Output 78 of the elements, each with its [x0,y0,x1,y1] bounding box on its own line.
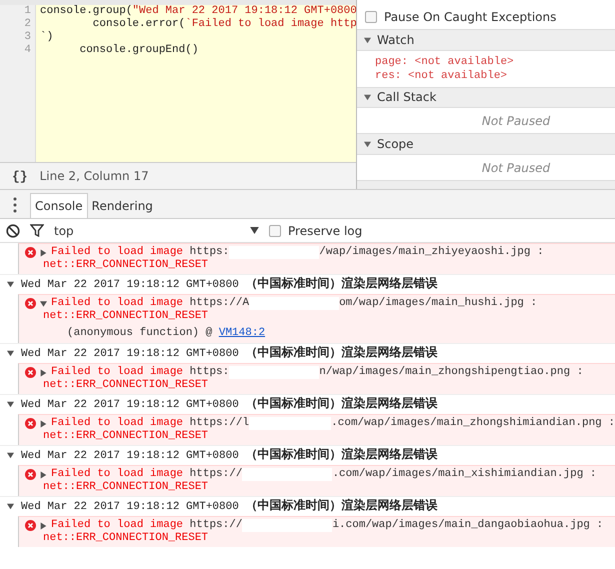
group-title[interactable]: Wed Mar 22 2017 19:18:12 GMT+0800 （中国标准时间）渲染层网络层错误 [21,345,438,362]
url-text[interactable]: https: [190,246,230,259]
pretty-print-button[interactable]: {} [12,168,28,184]
caret-icon[interactable] [250,227,259,234]
url-text[interactable]: https://l [190,417,250,430]
expand-arrow-icon[interactable] [40,522,47,530]
clear-console-icon[interactable] [6,224,20,238]
collapse-arrow-icon[interactable] [6,350,15,357]
source-link[interactable]: VM148:2 [218,327,266,339]
tab[interactable]: Rendering [88,194,157,218]
code-line: console.error(`Failed to load image http [92,18,356,31]
error-detail: net::ERR_CONNECTION_RESET [42,379,210,392]
error-icon [25,418,36,429]
checkbox-label: Preserve log [288,224,362,238]
expand-arrow-icon[interactable] [40,248,47,256]
error-text: Failed to load image [51,246,184,259]
code-line: console.groupEnd() [78,44,198,57]
url-text[interactable]: https:// [190,519,242,532]
line-number: 2 [23,18,32,31]
collapse-arrow-icon[interactable] [6,281,15,288]
line-number: 1 [23,5,32,18]
stack-frame: (anonymous function) @ [67,327,219,339]
error-icon [25,520,36,531]
expand-arrow-icon[interactable] [363,140,372,148]
watch-expression: page: <not available> [375,54,515,69]
error-icon [25,298,36,309]
expand-arrow-icon[interactable] [363,36,372,44]
checkbox-label: Pause On Caught Exceptions [384,10,556,24]
url-text[interactable]: https:// [190,468,242,481]
url-text[interactable]: om/wap/images/main_hushi.jpg : [339,297,538,310]
collapse-arrow-icon[interactable] [6,503,15,510]
url-text[interactable]: .com/wap/images/main_zhongshimiandian.png : [331,417,615,430]
status-message: Not Paused [482,160,550,175]
cursor-position: Line 2, Column 17 [40,169,149,183]
error-detail: net::ERR_CONNECTION_RESET [42,430,210,443]
url-text[interactable]: /wap/images/main_zhiyeyaoshi.jpg : [319,246,544,259]
error-text: Failed to load image [51,417,184,430]
expand-arrow-icon[interactable] [363,94,372,101]
url-text[interactable]: https: [190,366,230,379]
group-title[interactable]: Wed Mar 22 2017 19:18:12 GMT+0800 （中国标准时间）渲染层网络层错误 [21,396,438,413]
url-text[interactable]: https://A [190,297,250,310]
error-text: Failed to load image [51,297,184,310]
collapse-arrow-icon[interactable] [6,452,15,459]
group-title[interactable]: Wed Mar 22 2017 19:18:12 GMT+0800 （中国标准时间）渲染层网络层错误 [21,447,438,464]
checkbox[interactable] [269,224,281,236]
error-icon [25,367,36,378]
url-text[interactable]: .com/wap/images/main_xishimiandian.jpg : [332,468,596,481]
checkbox[interactable] [365,10,377,23]
group-title[interactable]: Wed Mar 22 2017 19:18:12 GMT+0800 （中国标准时间）渲染层网络层错误 [21,498,438,515]
line-number: 3 [23,31,32,44]
expand-arrow-icon[interactable] [40,470,47,478]
section-header[interactable]: Watch [357,30,615,51]
collapse-arrow-icon[interactable] [6,401,15,408]
group-title[interactable]: Wed Mar 22 2017 19:18:12 GMT+0800 （中国标准时间）渲染层网络层错误 [21,276,438,293]
filter-icon[interactable] [30,224,44,237]
expand-arrow-icon[interactable] [40,368,47,376]
tab[interactable]: Console [30,193,88,218]
code-line: `) [39,31,54,44]
section-header[interactable]: Call Stack [357,88,615,108]
error-detail: net::ERR_CONNECTION_RESET [42,481,210,494]
section-header[interactable]: Scope [357,134,615,155]
error-text: Failed to load image [51,519,184,532]
error-detail: net::ERR_CONNECTION_RESET [42,259,210,272]
error-icon [25,469,36,480]
expand-arrow-icon[interactable] [40,300,47,308]
url-text[interactable]: n/wap/images/main_zhongshipengtiao.png : [319,366,584,379]
error-detail: net::ERR_CONNECTION_RESET [42,532,210,545]
error-icon [25,247,36,258]
context-dropdown[interactable]: top [54,224,259,238]
code-line: console.group("Wed Mar 22 2017 19:18:12 GMT+0800 [39,5,356,18]
url-text[interactable]: i.com/wap/images/main_dangaobiaohua.jpg : [332,519,604,532]
status-message: Not Paused [482,114,550,128]
expand-arrow-icon[interactable] [40,420,47,428]
watch-expression: res: <not available> [375,68,508,83]
error-text: Failed to load image [51,468,184,481]
line-number: 4 [23,44,32,57]
error-detail: net::ERR_CONNECTION_RESET [42,310,210,323]
error-text: Failed to load image [51,366,184,379]
